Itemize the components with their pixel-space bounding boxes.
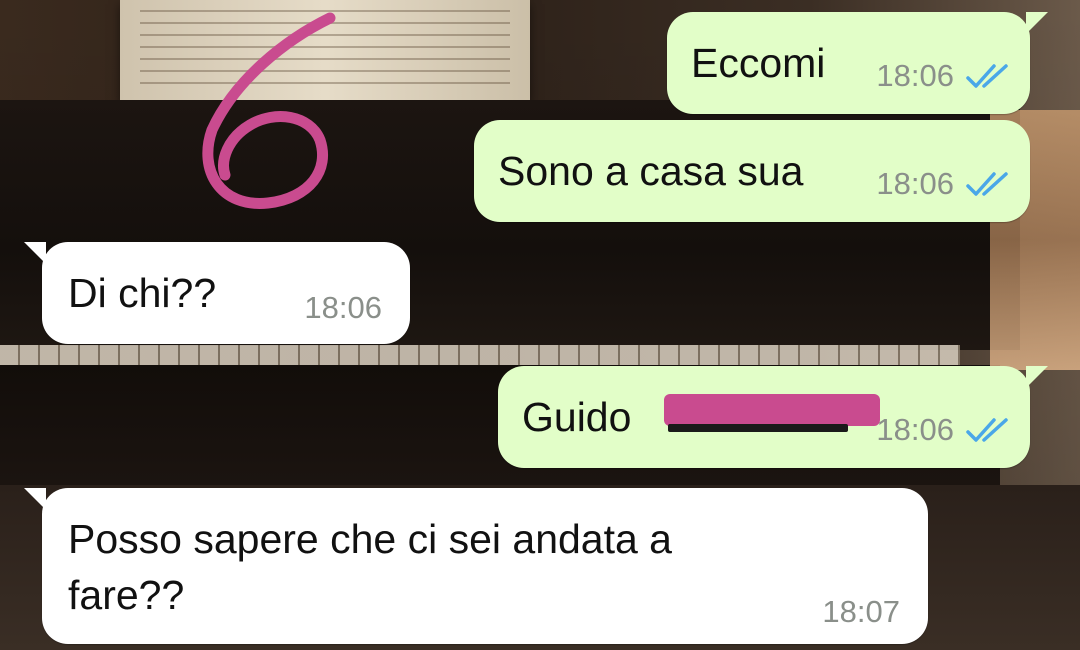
message-bubble-outgoing[interactable]: Eccomi 18:06 bbox=[667, 12, 1048, 114]
double-check-icon bbox=[966, 418, 1008, 442]
message-time: 18:06 bbox=[304, 290, 382, 325]
message-bubble-outgoing[interactable]: Guido 18:06 bbox=[498, 366, 1048, 468]
wallpaper-piano-keys bbox=[0, 345, 960, 365]
message-bubble-outgoing[interactable]: Sono a casa sua 18:06 bbox=[474, 120, 1030, 222]
message-time: 18:06 bbox=[876, 412, 954, 447]
redaction-bar bbox=[664, 394, 880, 426]
double-check-icon bbox=[966, 64, 1008, 88]
bubble-tail bbox=[24, 488, 46, 510]
message-meta: 18:06 bbox=[876, 412, 1012, 448]
handwritten-annotation bbox=[202, 12, 336, 209]
message-meta: 18:06 bbox=[304, 290, 382, 326]
message-text: Eccomi bbox=[691, 40, 826, 86]
message-text: Guido bbox=[522, 394, 632, 440]
message-text: Di chi?? bbox=[68, 270, 217, 316]
bubble-tail bbox=[1026, 12, 1048, 34]
message-meta: 18:07 bbox=[822, 594, 900, 630]
message-meta: 18:06 bbox=[876, 58, 1012, 94]
bubble-tail bbox=[24, 242, 46, 264]
bubble-tail bbox=[1026, 366, 1048, 388]
message-text: Sono a casa sua bbox=[498, 148, 804, 194]
message-time: 18:06 bbox=[876, 58, 954, 93]
message-bubble-incoming[interactable]: Posso sapere che ci sei andata a fare?? … bbox=[24, 488, 928, 644]
redacted-text-remnant bbox=[668, 424, 848, 432]
message-time: 18:06 bbox=[876, 166, 954, 201]
message-time: 18:07 bbox=[822, 594, 900, 629]
message-meta: 18:06 bbox=[876, 166, 1012, 202]
message-text-line-1: Posso sapere che ci sei andata a bbox=[68, 516, 672, 562]
double-check-icon bbox=[966, 172, 1008, 196]
message-text-line-2: fare?? bbox=[68, 572, 185, 618]
message-bubble-incoming[interactable]: Di chi?? 18:06 bbox=[24, 242, 410, 344]
